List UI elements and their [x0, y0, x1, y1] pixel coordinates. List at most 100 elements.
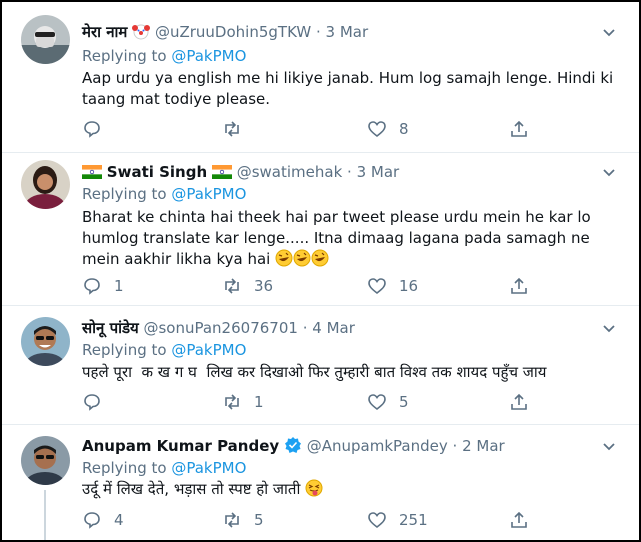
- display-name[interactable]: Swati Singh: [107, 163, 207, 181]
- separator-dot: ·: [347, 163, 352, 181]
- rofl-emoji-icon: [293, 249, 311, 267]
- retweet-icon: [225, 394, 239, 410]
- chevron-down-icon[interactable]: [601, 164, 617, 180]
- handle[interactable]: @swatimehak: [237, 163, 343, 181]
- heart-icon: [368, 121, 386, 138]
- reply-icon: [84, 512, 100, 529]
- avatar[interactable]: [21, 160, 70, 209]
- like-button[interactable]: 8: [367, 117, 409, 141]
- tweet-actions: 1 5: [82, 390, 542, 414]
- replying-to-label: Replying to: [82, 459, 167, 477]
- replying-to: Replying to @PakPMO: [82, 458, 246, 478]
- india-flag-icon: [82, 165, 102, 179]
- like-count: 251: [399, 511, 428, 529]
- replying-to-mention[interactable]: @PakPMO: [171, 459, 246, 477]
- separator-dot: ·: [315, 23, 321, 41]
- timestamp[interactable]: 3 Mar: [326, 23, 369, 41]
- reply-button[interactable]: 4: [82, 508, 124, 532]
- share-icon: [511, 120, 527, 137]
- india-flag-icon: [211, 165, 232, 179]
- handle[interactable]: @sonuPan26076701: [143, 319, 297, 337]
- retweet-button[interactable]: 1: [222, 390, 264, 414]
- tweet-2[interactable]: Swati Singh @swatimehak · 3 Mar Replying…: [2, 152, 639, 306]
- retweet-button[interactable]: 5: [222, 508, 264, 532]
- display-name[interactable]: सोनू पांडेय: [82, 319, 139, 337]
- reply-icon: [84, 278, 100, 295]
- share-icon: [511, 511, 527, 528]
- tongue-out-emoji-icon: [305, 479, 323, 497]
- separator-dot: ·: [302, 319, 308, 337]
- tweet-text: Bharat ke chinta hai theek hai par tweet…: [82, 207, 622, 270]
- tweet-actions: 4 5 251: [82, 508, 542, 532]
- retweet-count: 5: [254, 511, 264, 529]
- heart-icon: [368, 512, 386, 529]
- verified-badge-icon: [284, 437, 301, 453]
- tweet-text: उर्दू में लिख देते, भड़ास तो स्पष्ट हो ज…: [82, 479, 622, 500]
- replying-to-mention[interactable]: @PakPMO: [171, 47, 246, 65]
- tweet-header: सोनू पांडेय @sonuPan26076701 · 4 Mar: [82, 318, 355, 338]
- clown-face-icon: [132, 24, 151, 40]
- timestamp[interactable]: 3 Mar: [357, 163, 400, 181]
- avatar[interactable]: [21, 15, 70, 64]
- replying-to: Replying to @PakPMO: [82, 46, 246, 66]
- rofl-emoji-icon: [311, 249, 329, 267]
- like-button[interactable]: 5: [367, 390, 409, 414]
- retweet-count: 36: [254, 277, 274, 295]
- tweet-text: Aap urdu ya english me hi likiye janab. …: [82, 69, 614, 108]
- tweet-header: मेरा नाम @uZruuDohin5gTKW · 3 Mar: [82, 22, 368, 42]
- like-count: 16: [399, 277, 419, 295]
- share-button[interactable]: [509, 274, 529, 298]
- share-button[interactable]: [509, 390, 529, 414]
- tweet-text: पहले पूरा क ख ग घ लिख कर दिखाओ फिर तुम्ह…: [82, 363, 547, 381]
- laughing-emoji-group: [275, 249, 329, 268]
- tweet-4[interactable]: Anupam Kumar Pandey @AnupamkPandey · 2 M…: [2, 424, 639, 540]
- separator-dot: ·: [452, 437, 458, 455]
- timestamp[interactable]: 2 Mar: [462, 437, 505, 455]
- share-button[interactable]: [509, 117, 529, 141]
- like-button[interactable]: 16: [367, 274, 418, 298]
- replying-to: Replying to @PakPMO: [82, 340, 246, 360]
- tweet-actions: 1 36 16: [82, 274, 542, 298]
- replying-to-mention[interactable]: @PakPMO: [171, 341, 246, 359]
- retweet-icon: [225, 121, 239, 137]
- thread-connector: [44, 490, 46, 540]
- retweet-button[interactable]: [222, 117, 254, 141]
- replying-to: Replying to @PakPMO: [82, 184, 246, 204]
- display-name[interactable]: Anupam Kumar Pandey: [82, 437, 279, 455]
- retweet-button[interactable]: 36: [222, 274, 273, 298]
- tweet-actions: 8: [82, 117, 542, 141]
- reply-icon: [84, 121, 100, 138]
- avatar[interactable]: [21, 317, 70, 366]
- avatar[interactable]: [21, 436, 70, 485]
- reply-button[interactable]: 1: [82, 274, 124, 298]
- chevron-down-icon[interactable]: [601, 320, 617, 336]
- heart-icon: [368, 278, 386, 295]
- reply-count: 1: [114, 277, 124, 295]
- heart-icon: [368, 394, 386, 411]
- tweet-3[interactable]: सोनू पांडेय @sonuPan26076701 · 4 Mar Rep…: [2, 305, 639, 425]
- share-button[interactable]: [509, 508, 529, 532]
- tweet-header: Swati Singh @swatimehak · 3 Mar: [82, 162, 399, 182]
- tweet-1[interactable]: मेरा नाम @uZruuDohin5gTKW · 3 Mar Replyi…: [2, 2, 639, 153]
- share-icon: [511, 393, 527, 410]
- replying-to-mention[interactable]: @PakPMO: [171, 185, 246, 203]
- reply-button[interactable]: [82, 117, 114, 141]
- timestamp[interactable]: 4 Mar: [312, 319, 355, 337]
- display-name[interactable]: मेरा नाम: [82, 23, 127, 41]
- like-button[interactable]: 251: [367, 508, 428, 532]
- reply-count: 4: [114, 511, 124, 529]
- retweet-count: 1: [254, 393, 264, 411]
- handle[interactable]: @uZruuDohin5gTKW: [155, 23, 311, 41]
- handle[interactable]: @AnupamkPandey: [307, 437, 448, 455]
- tweet-text-body: Bharat ke chinta hai theek hai par tweet…: [82, 208, 591, 268]
- retweet-icon: [225, 512, 239, 528]
- chevron-down-icon[interactable]: [601, 438, 617, 454]
- share-icon: [511, 277, 527, 294]
- replying-to-label: Replying to: [82, 47, 167, 65]
- replying-to-label: Replying to: [82, 185, 167, 203]
- reply-icon: [84, 394, 100, 411]
- chevron-down-icon[interactable]: [601, 24, 617, 40]
- reply-button[interactable]: [82, 390, 114, 414]
- replying-to-label: Replying to: [82, 341, 167, 359]
- like-count: 5: [399, 393, 409, 411]
